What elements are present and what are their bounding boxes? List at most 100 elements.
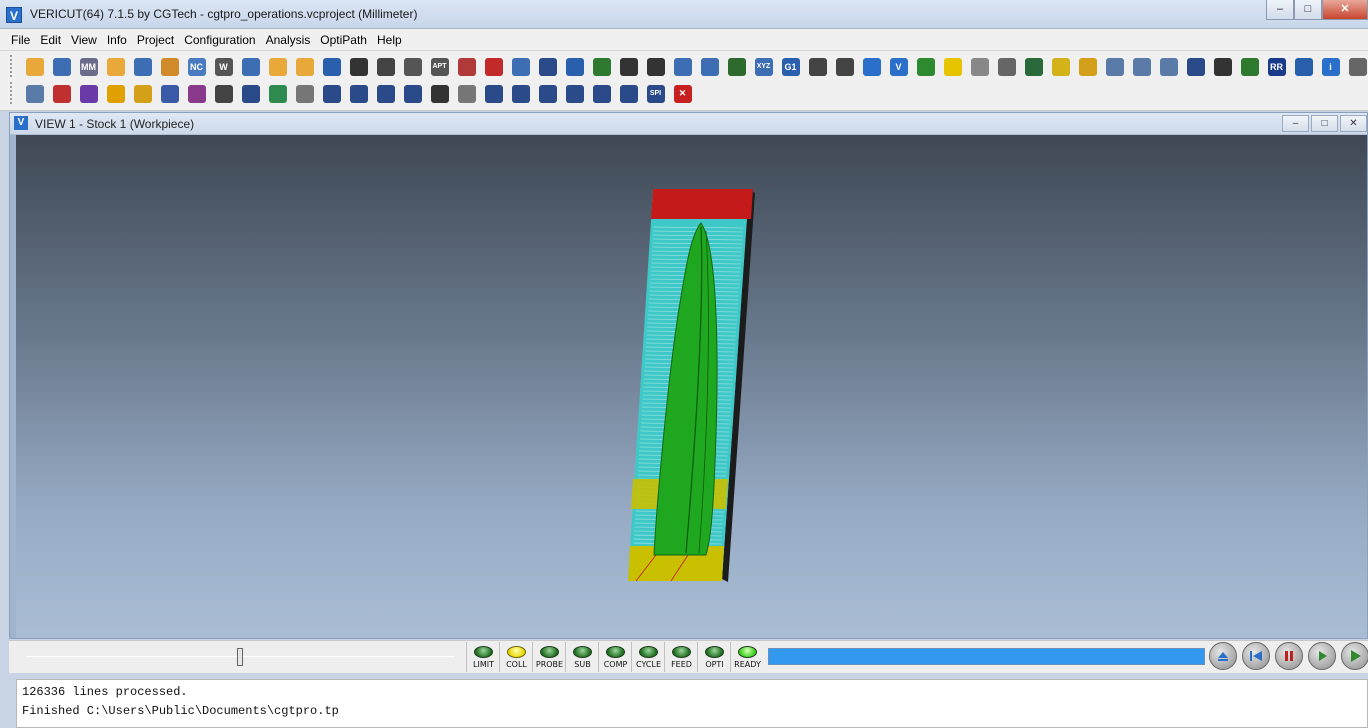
minimize-button[interactable]: – [1266,0,1294,20]
vericut-app-icon[interactable]: V [6,7,22,23]
magnet-check-button[interactable] [345,81,372,106]
lightning-button[interactable] [102,81,129,106]
report-b-button[interactable] [696,54,723,79]
layers-button[interactable] [156,81,183,106]
cycle-button[interactable] [534,54,561,79]
help-book-button[interactable] [1290,54,1317,79]
stock-red-button[interactable] [480,54,507,79]
magnet-x-button[interactable] [318,81,345,106]
maximize-button[interactable]: □ [1294,0,1322,20]
magnet-b-button[interactable] [399,81,426,106]
print-button[interactable] [291,81,318,106]
menu-file[interactable]: File [6,33,35,47]
save-project-button[interactable] [129,54,156,79]
folder-a-button[interactable] [264,54,291,79]
setup-button[interactable] [372,54,399,79]
info-button[interactable]: i [1317,54,1344,79]
report-button[interactable] [669,54,696,79]
toolbar-grip[interactable] [10,82,14,104]
cube-outline-button[interactable] [129,81,156,106]
move-arrows-button[interactable] [426,81,453,106]
eye-green-button[interactable] [1236,54,1263,79]
color-cube-button[interactable] [75,81,102,106]
diamond-b-button[interactable] [966,54,993,79]
menu-edit[interactable]: Edit [35,33,66,47]
diamond-c-button[interactable] [993,54,1020,79]
fit-view-button[interactable] [1182,54,1209,79]
menu-analysis[interactable]: Analysis [261,33,316,47]
machine-button[interactable]: MM [75,54,102,79]
tool-manager-button[interactable] [318,54,345,79]
sequence-button[interactable] [804,54,831,79]
view-minimize-button[interactable]: – [1282,115,1309,132]
grid-table-button[interactable] [588,54,615,79]
pause-button[interactable] [1275,642,1303,670]
table-button[interactable] [210,81,237,106]
toolbar-grip[interactable] [10,55,14,77]
step-button[interactable] [1308,642,1336,670]
model-list-button[interactable] [453,54,480,79]
menu-help[interactable]: Help [372,33,407,47]
magnet-rotate-button[interactable] [372,81,399,106]
cut-stock-button[interactable] [183,81,210,106]
spi-button[interactable]: SPI [642,81,669,106]
disk-button[interactable] [507,54,534,79]
save-as-button[interactable] [237,54,264,79]
check-shield-button[interactable] [561,54,588,79]
three-top-button[interactable] [588,81,615,106]
three-left-button[interactable] [561,81,588,106]
play-button[interactable] [1341,642,1368,670]
slider-thumb[interactable] [236,648,243,666]
fixture-button[interactable] [237,81,264,106]
3d-viewport[interactable] [16,135,1367,638]
wave-button[interactable]: W [210,54,237,79]
four-view-button[interactable] [615,81,642,106]
zoom-in-button[interactable] [1128,54,1155,79]
measure-button[interactable] [1344,54,1368,79]
zoom-box-button[interactable] [1155,54,1182,79]
two-horizontal-button[interactable] [534,81,561,106]
rotate-button[interactable] [453,81,480,106]
title-bar[interactable]: V VERICUT(64) 7.1.5 by CGTech - cgtpro_o… [0,0,1368,29]
save-button[interactable] [48,54,75,79]
two-vertical-button[interactable] [507,81,534,106]
menu-configuration[interactable]: Configuration [179,33,260,47]
g1-button[interactable]: G1 [777,54,804,79]
single-view-button[interactable] [480,81,507,106]
arrow-in-button[interactable] [345,54,372,79]
folder-b-button[interactable] [291,54,318,79]
menu-view[interactable]: View [66,33,102,47]
close-x-button[interactable]: ✕ [669,81,696,106]
open-folder-button[interactable] [21,54,48,79]
delete-model-button[interactable] [48,81,75,106]
target-button[interactable] [642,54,669,79]
apt-tree-button[interactable] [399,54,426,79]
nc-file-button[interactable]: NC [183,54,210,79]
view-title-bar[interactable]: V VIEW 1 - Stock 1 (Workpiece) – □ ✕ [10,113,1367,135]
cube-yellow-button[interactable] [1047,54,1074,79]
diamond-yellow-button[interactable] [939,54,966,79]
apt-button[interactable]: APT [426,54,453,79]
palette-button[interactable] [1074,54,1101,79]
list-button[interactable] [831,54,858,79]
menu-project[interactable]: Project [132,33,179,47]
open-project-button[interactable] [102,54,129,79]
zoom-out-button[interactable] [1101,54,1128,79]
reset-button[interactable] [1242,642,1270,670]
move-green-button[interactable] [912,54,939,79]
probe-button[interactable] [858,54,885,79]
axis-button[interactable] [615,54,642,79]
rr-button[interactable]: RR [1263,54,1290,79]
log-panel[interactable]: 126336 lines processed. Finished C:\User… [16,679,1368,728]
rewind-button[interactable] [1209,642,1237,670]
book-button[interactable] [1020,54,1047,79]
import-button[interactable] [156,54,183,79]
close-button[interactable]: ✕ [1322,0,1368,20]
turret-button[interactable] [723,54,750,79]
eye-button[interactable] [1209,54,1236,79]
view-props-button[interactable] [21,81,48,106]
view-maximize-button[interactable]: □ [1311,115,1338,132]
menu-optipath[interactable]: OptiPath [315,33,372,47]
xyz-button[interactable]: XYZ [750,54,777,79]
vericut-button[interactable]: V [885,54,912,79]
